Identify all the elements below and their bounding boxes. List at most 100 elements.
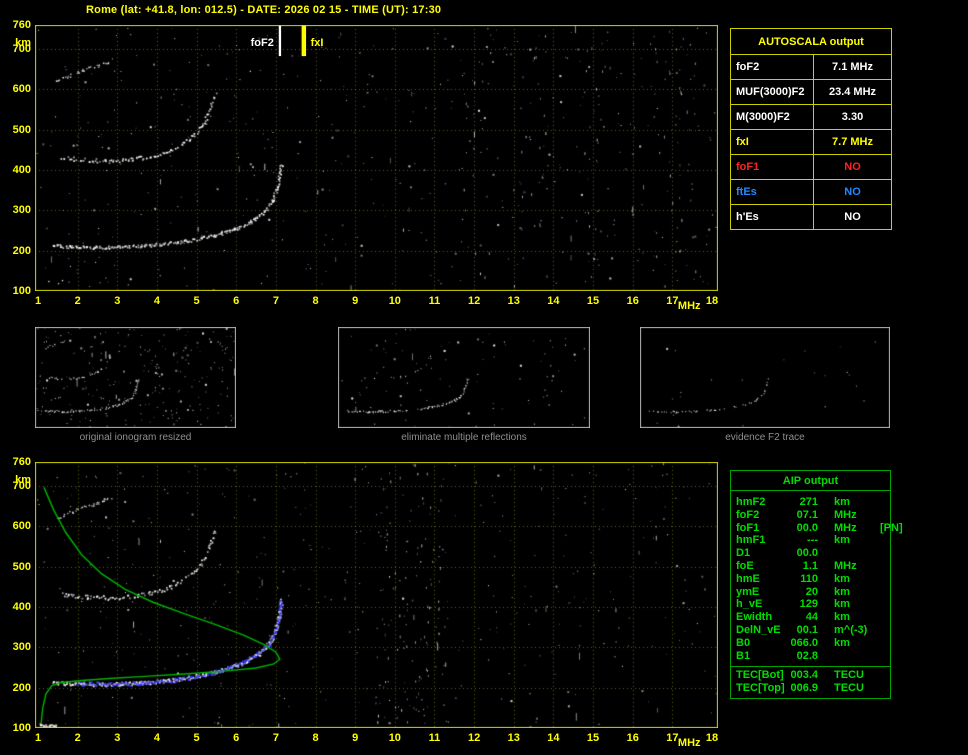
autoscala-param-label: h'Es bbox=[730, 204, 814, 230]
y-tick-restored-100: 100 bbox=[12, 722, 31, 734]
autoscala-param-label: foF1 bbox=[730, 154, 814, 180]
aip-row-TEC[Bot]: TEC[Bot] 003.4 TECU bbox=[736, 669, 890, 682]
x-tick-restored-13: 13 bbox=[507, 732, 520, 744]
autoscala-param-value: NO bbox=[813, 204, 892, 230]
aip-param-note bbox=[872, 650, 890, 663]
x-tick-main-11: 11 bbox=[428, 295, 441, 307]
aip-param-value: 00.0 bbox=[796, 547, 818, 560]
aip-param-value: 44 bbox=[805, 611, 818, 624]
autoscala-param-value: NO bbox=[813, 179, 892, 205]
thumbnail-original-ionogram bbox=[35, 327, 236, 428]
aip-param-value: 00.0 bbox=[796, 521, 818, 534]
autoscala-param-label: fxI bbox=[730, 129, 814, 155]
y-tick-main-200: 200 bbox=[12, 244, 31, 257]
aip-param-note bbox=[872, 496, 890, 509]
thumbnail-caption-original: original ionogram resized bbox=[79, 432, 192, 443]
aip-param-name: B1 bbox=[736, 649, 751, 662]
aip-row-DelN_vE: DelN_vE 00.1 m^(-3) bbox=[736, 624, 890, 637]
y-axis-unit-main: km bbox=[15, 37, 31, 49]
aip-param-value: 129 bbox=[799, 598, 818, 611]
aip-param-name: B0 bbox=[736, 636, 751, 649]
y-tick-main-760: 760 bbox=[12, 19, 31, 31]
y-tick-restored-300: 300 bbox=[12, 641, 31, 654]
aip-table: AIP output hmF2 271 km foF2 07.1 MHz foF1 00.0 M… bbox=[730, 470, 903, 699]
aip-param-unit bbox=[818, 650, 872, 663]
thumbnail-f2-canvas bbox=[640, 327, 890, 428]
aip-param-unit: TECU bbox=[834, 682, 864, 695]
autoscala-row-ftEs: ftEs NO bbox=[730, 179, 892, 205]
aip-row-D1: D1 00.0 bbox=[736, 547, 890, 560]
aip-title: AIP output bbox=[731, 471, 890, 491]
aip-param-note bbox=[872, 547, 890, 560]
aip-row-foF1: foF1 00.0 MHz [PN] bbox=[736, 521, 903, 535]
thumbnail-eliminate-reflections bbox=[338, 327, 590, 428]
aip-param-name: DelN_vE bbox=[736, 623, 781, 636]
x-tick-restored-5: 5 bbox=[193, 732, 200, 744]
x-tick-main-6: 6 bbox=[233, 295, 240, 307]
aip-row-hmF2: hmF2 271 km bbox=[736, 496, 890, 509]
aip-param-value: 006.9 bbox=[790, 682, 818, 695]
x-axis-unit-main: MHz bbox=[677, 300, 701, 312]
x-tick-restored-10: 10 bbox=[388, 732, 401, 744]
aip-tec-section: TEC[Bot] 003.4 TECU TEC[Top] 006.9 TECU bbox=[731, 666, 890, 698]
aip-param-note bbox=[872, 669, 890, 682]
autoscala-param-value: 7.7 MHz bbox=[813, 129, 892, 155]
y-tick-main-600: 600 bbox=[12, 83, 31, 96]
aip-param-unit: TECU bbox=[834, 669, 864, 682]
autoscala-param-value: 23.4 MHz bbox=[813, 79, 892, 105]
thumbnail-original-canvas bbox=[35, 327, 236, 428]
y-tick-restored-500: 500 bbox=[12, 560, 31, 573]
aip-param-name: TEC[Top] bbox=[736, 682, 785, 695]
autoscala-param-value: 7.1 MHz bbox=[813, 54, 892, 80]
aip-param-note bbox=[872, 534, 890, 547]
aip-param-value: 110 bbox=[800, 572, 818, 585]
aip-param-note bbox=[872, 586, 890, 599]
aip-param-note bbox=[872, 598, 890, 611]
aip-param-name: foE bbox=[736, 559, 754, 572]
x-tick-restored-4: 4 bbox=[153, 732, 160, 744]
aip-param-value: 003.4 bbox=[790, 669, 818, 682]
x-tick-restored-18: 18 bbox=[705, 732, 719, 744]
aip-row-h_vE: h_vE 129 km bbox=[736, 598, 890, 611]
aip-row-TEC[Top]: TEC[Top] 006.9 TECU bbox=[736, 682, 890, 695]
autoscala-row-foF2: foF2 7.1 MHz bbox=[730, 54, 892, 80]
y-tick-main-400: 400 bbox=[12, 164, 31, 177]
aip-param-value: 1.1 bbox=[802, 559, 818, 572]
aip-param-value: 00.1 bbox=[796, 623, 818, 636]
aip-param-value: 066.0 bbox=[790, 636, 818, 649]
aip-param-unit: km bbox=[834, 636, 850, 649]
x-tick-main-12: 12 bbox=[467, 295, 481, 307]
aip-param-name: foF1 bbox=[736, 521, 760, 534]
fxi-marker-line bbox=[301, 26, 306, 56]
aip-param-name: hmF2 bbox=[736, 496, 766, 508]
x-tick-main-16: 16 bbox=[626, 295, 639, 307]
y-tick-restored-760: 760 bbox=[12, 456, 31, 468]
aip-param-unit: km bbox=[834, 496, 850, 508]
aip-row-B0: B0 066.0 km bbox=[736, 637, 890, 650]
thumbnail-f2-trace bbox=[640, 327, 890, 428]
x-tick-restored-7: 7 bbox=[272, 732, 279, 744]
y-tick-restored-200: 200 bbox=[12, 681, 31, 694]
aip-param-note: [PN] bbox=[880, 521, 903, 534]
aip-param-unit: MHz bbox=[834, 521, 857, 534]
y-tick-restored-400: 400 bbox=[12, 601, 31, 614]
autoscala-param-value: NO bbox=[813, 154, 892, 180]
aip-param-note bbox=[872, 611, 890, 624]
x-tick-main-14: 14 bbox=[547, 295, 560, 307]
x-tick-restored-14: 14 bbox=[547, 732, 560, 744]
y-axis-unit-restored: km bbox=[15, 474, 31, 486]
station-title: Rome (lat: +41.8, lon: 012.5) - DATE: 20… bbox=[86, 4, 442, 16]
restored-ionogram-canvas bbox=[35, 462, 718, 728]
aip-param-unit: MHz bbox=[834, 508, 857, 521]
x-tick-restored-1: 1 bbox=[34, 732, 42, 744]
aip-param-name: Ewidth bbox=[736, 611, 773, 624]
aip-param-note bbox=[872, 682, 890, 695]
aip-param-note bbox=[872, 637, 890, 650]
aip-param-unit: km bbox=[834, 598, 850, 611]
aip-param-name: D1 bbox=[736, 547, 751, 560]
x-tick-main-13: 13 bbox=[507, 295, 520, 307]
fxi-marker-label: fxI bbox=[310, 37, 324, 49]
x-tick-main-15: 15 bbox=[586, 295, 600, 307]
fof2-marker-label: foF2 bbox=[250, 37, 274, 49]
aip-param-note bbox=[872, 509, 890, 522]
